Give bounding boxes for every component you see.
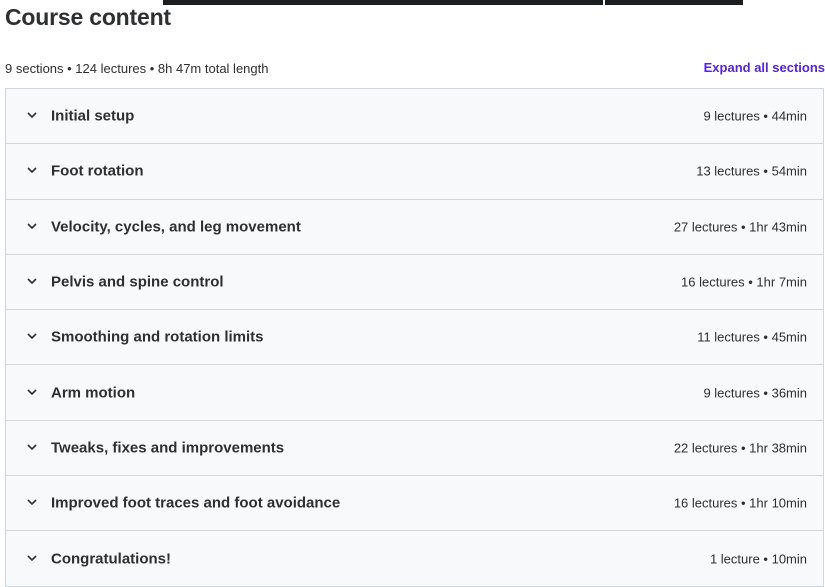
chevron-down-icon (27, 389, 37, 395)
expand-all-sections-button[interactable]: Expand all sections (704, 60, 825, 75)
section-meta: 22 lectures • 1hr 38min (673, 440, 807, 456)
section-row-2[interactable]: Foot rotation 13 lectures • 54min (6, 144, 823, 200)
section-meta: 13 lectures • 54min (696, 163, 807, 179)
section-meta: 9 lectures • 44min (703, 108, 807, 124)
chevron-down-icon (27, 554, 37, 561)
section-title: Tweaks, fixes and improvements (51, 439, 285, 457)
section-meta: 11 lectures • 45min (697, 329, 807, 345)
section-meta: 27 lectures • 1hr 43min (673, 219, 807, 235)
section-title: Smoothing and rotation limits (51, 328, 264, 346)
video-player-edge-right (605, 0, 743, 5)
section-title: Arm motion (51, 384, 136, 402)
chevron-down-icon (27, 167, 37, 174)
section-title: Improved foot traces and foot avoidance (51, 494, 341, 512)
section-row-3[interactable]: Velocity, cycles, and leg movement 27 le… (6, 199, 823, 255)
chevron-down-icon (27, 112, 37, 119)
section-row-1[interactable]: Initial setup 9 lectures • 44min (6, 89, 823, 145)
section-row-4[interactable]: Pelvis and spine control 16 lectures • 1… (6, 254, 823, 311)
section-list: Initial setup 9 lectures • 44min Foot ro… (5, 88, 824, 587)
section-title: Congratulations! (51, 550, 171, 568)
chevron-down-icon (27, 333, 37, 340)
section-row-5[interactable]: Smoothing and rotation limits 11 lecture… (6, 310, 823, 366)
chevron-down-icon (27, 444, 37, 451)
video-player-edge (163, 0, 603, 5)
page-title: Course content (5, 4, 171, 30)
section-meta: 16 lectures • 1hr 10min (673, 495, 807, 511)
section-title: Initial setup (51, 107, 135, 125)
section-title: Pelvis and spine control (51, 273, 224, 291)
section-meta: 1 lecture • 10min (709, 551, 807, 567)
section-meta: 9 lectures • 36min (703, 385, 807, 401)
section-row-6[interactable]: Arm motion 9 lectures • 36min (6, 365, 823, 421)
chevron-down-icon (27, 278, 37, 285)
course-summary: 9 sections • 124 lectures • 8h 47m total… (5, 61, 269, 76)
section-meta: 16 lectures • 1hr 7min (681, 274, 807, 290)
chevron-down-icon (27, 499, 37, 506)
section-row-9[interactable]: Congratulations! 1 lecture • 10min (6, 531, 823, 587)
section-title: Foot rotation (51, 162, 144, 180)
section-row-7[interactable]: Tweaks, fixes and improvements 22 lectur… (6, 420, 823, 477)
section-row-8[interactable]: Improved foot traces and foot avoidance … (6, 476, 823, 532)
chevron-down-icon (27, 223, 37, 229)
section-title: Velocity, cycles, and leg movement (51, 218, 301, 236)
